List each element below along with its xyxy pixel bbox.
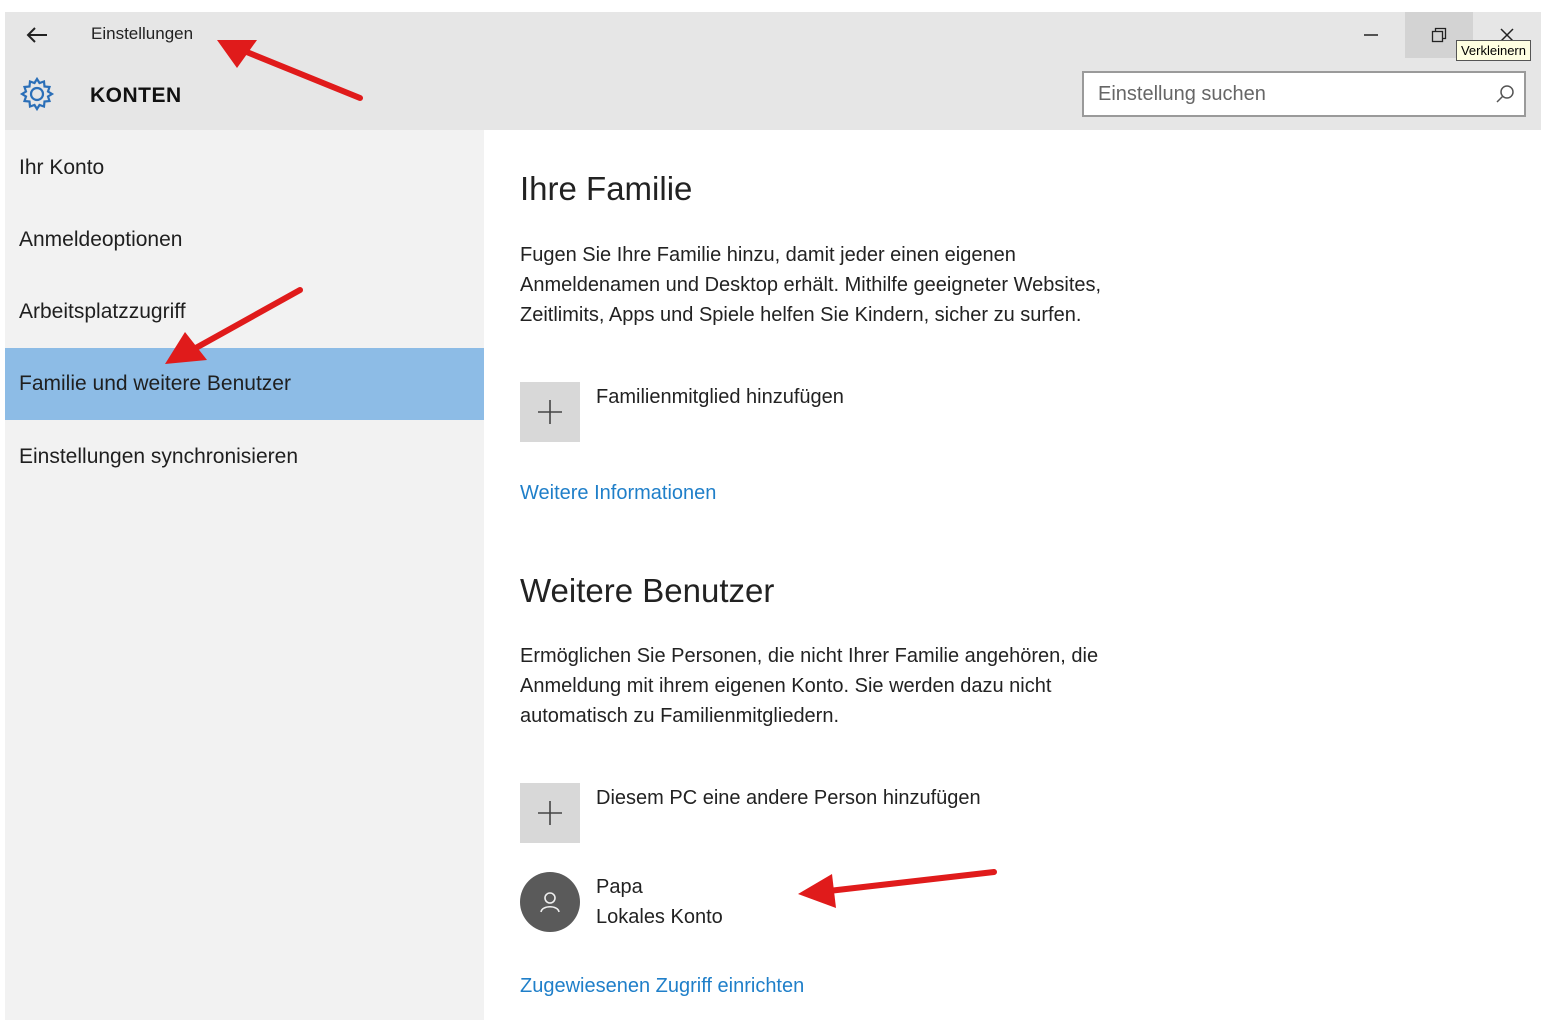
sidebar-item-synchronisieren[interactable]: Einstellungen synchronisieren	[5, 421, 484, 493]
window-title: Einstellungen	[91, 24, 194, 43]
search-icon[interactable]	[1494, 83, 1516, 105]
family-heading: Ihre Familie	[520, 170, 693, 207]
family-description-line: Anmeldenamen und Desktop erhält. Mithilf…	[520, 274, 1102, 296]
user-name: Papa	[596, 876, 643, 898]
assigned-access-link[interactable]: Zugewiesenen Zugriff einrichten	[520, 975, 804, 998]
back-button[interactable]	[19, 20, 55, 50]
section-title: KONTEN	[90, 84, 182, 107]
family-description: Fugen Sie Ihre Familie hinzu, damit jede…	[520, 240, 1200, 330]
user-account-papa[interactable]: Papa Lokales Konto	[520, 872, 723, 932]
sidebar-item-anmeldeoptionen[interactable]: Anmeldeoptionen	[5, 204, 484, 276]
restore-tooltip: Verkleinern	[1455, 40, 1531, 61]
user-icon	[540, 892, 560, 913]
others-heading: Weitere Benutzer	[520, 572, 775, 609]
user-account-type: Lokales Konto	[596, 906, 723, 928]
family-description-line: Zeitlimits, Apps und Spiele helfen Sie K…	[520, 304, 1082, 326]
minimize-icon	[1364, 34, 1378, 36]
main-content: Ihre Familie Fugen Sie Ihre Familie hinz…	[484, 130, 1541, 1020]
back-arrow-icon	[26, 27, 47, 43]
add-family-member-button[interactable]: Familienmitglied hinzufügen	[520, 382, 844, 442]
sidebar-item-ihr-konto[interactable]: Ihr Konto	[5, 132, 484, 204]
settings-window: Einstellungen KONTEN Verkleinern Einstel…	[5, 12, 1541, 1020]
search-input[interactable]	[1098, 73, 1488, 115]
add-other-person-label: Diesem PC eine andere Person hinzufügen	[596, 787, 981, 809]
sidebar: Ihr Konto Anmeldeoptionen Arbeitsplatzzu…	[5, 130, 484, 1020]
gear-icon	[19, 76, 55, 112]
plus-icon	[520, 783, 580, 843]
family-description-line: Fugen Sie Ihre Familie hinzu, damit jede…	[520, 244, 1016, 266]
restore-icon	[1431, 27, 1447, 43]
add-other-person-button[interactable]: Diesem PC eine andere Person hinzufügen	[520, 783, 981, 843]
sidebar-item-familie[interactable]: Familie und weitere Benutzer	[5, 348, 484, 420]
avatar	[520, 872, 580, 932]
title-bar: Einstellungen KONTEN Verkleinern	[5, 12, 1541, 130]
plus-icon	[520, 382, 580, 442]
more-info-link[interactable]: Weitere Informationen	[520, 482, 716, 505]
others-description-line: automatisch zu Familienmitgliedern.	[520, 705, 840, 727]
others-description-line: Anmeldung mit ihrem eigenen Konto. Sie w…	[520, 675, 1052, 697]
sidebar-item-arbeitsplatzzugriff[interactable]: Arbeitsplatzzugriff	[5, 276, 484, 348]
user-info: Papa Lokales Konto	[596, 872, 723, 932]
add-family-member-label: Familienmitglied hinzufügen	[596, 386, 844, 408]
others-description: Ermöglichen Sie Personen, die nicht Ihre…	[520, 641, 1200, 731]
others-description-line: Ermöglichen Sie Personen, die nicht Ihre…	[520, 645, 1099, 667]
minimize-button[interactable]	[1337, 12, 1405, 58]
search-box[interactable]	[1082, 71, 1526, 117]
